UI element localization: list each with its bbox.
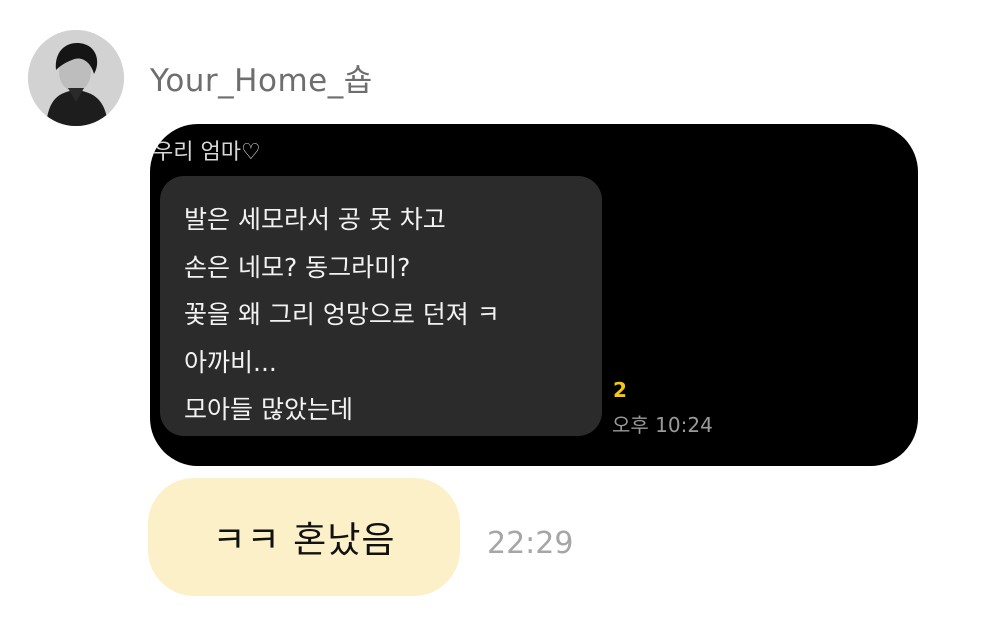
reply-message-text: ㅋㅋ 혼났음 xyxy=(212,520,396,561)
inner-message-line: 손은 네모? 동그라미? xyxy=(184,252,411,282)
inner-message-line: 발은 세모라서 공 못 차고 xyxy=(184,205,446,234)
inner-contact-name: 우리 엄마♡ xyxy=(153,140,261,165)
inner-message-line: 모아들 많았는데 xyxy=(184,395,353,424)
inner-message-line: 꽃을 왜 그리 엉망으로 던져 ㅋ xyxy=(184,300,500,329)
reply-message-bubble[interactable]: ㅋㅋ 혼났음 xyxy=(148,478,460,596)
reply-timestamp: 22:29 xyxy=(487,526,574,561)
shared-image-message[interactable]: 우리 엄마♡ 발은 세모라서 공 못 차고 손은 네모? 동그라미? 꽃을 왜 … xyxy=(150,124,918,466)
sender-name: Your_Home_숍 xyxy=(150,63,373,99)
inner-timestamp: 오후 10:24 xyxy=(612,413,713,437)
inner-unread-count: 2 xyxy=(613,378,627,402)
inner-message-bubble: 발은 세모라서 공 못 차고 손은 네모? 동그라미? 꽃을 왜 그리 엉망으로… xyxy=(160,176,602,436)
inner-message-line: 아까비... xyxy=(184,347,277,377)
sender-avatar[interactable] xyxy=(28,30,124,126)
profile-photo-icon xyxy=(28,30,124,126)
